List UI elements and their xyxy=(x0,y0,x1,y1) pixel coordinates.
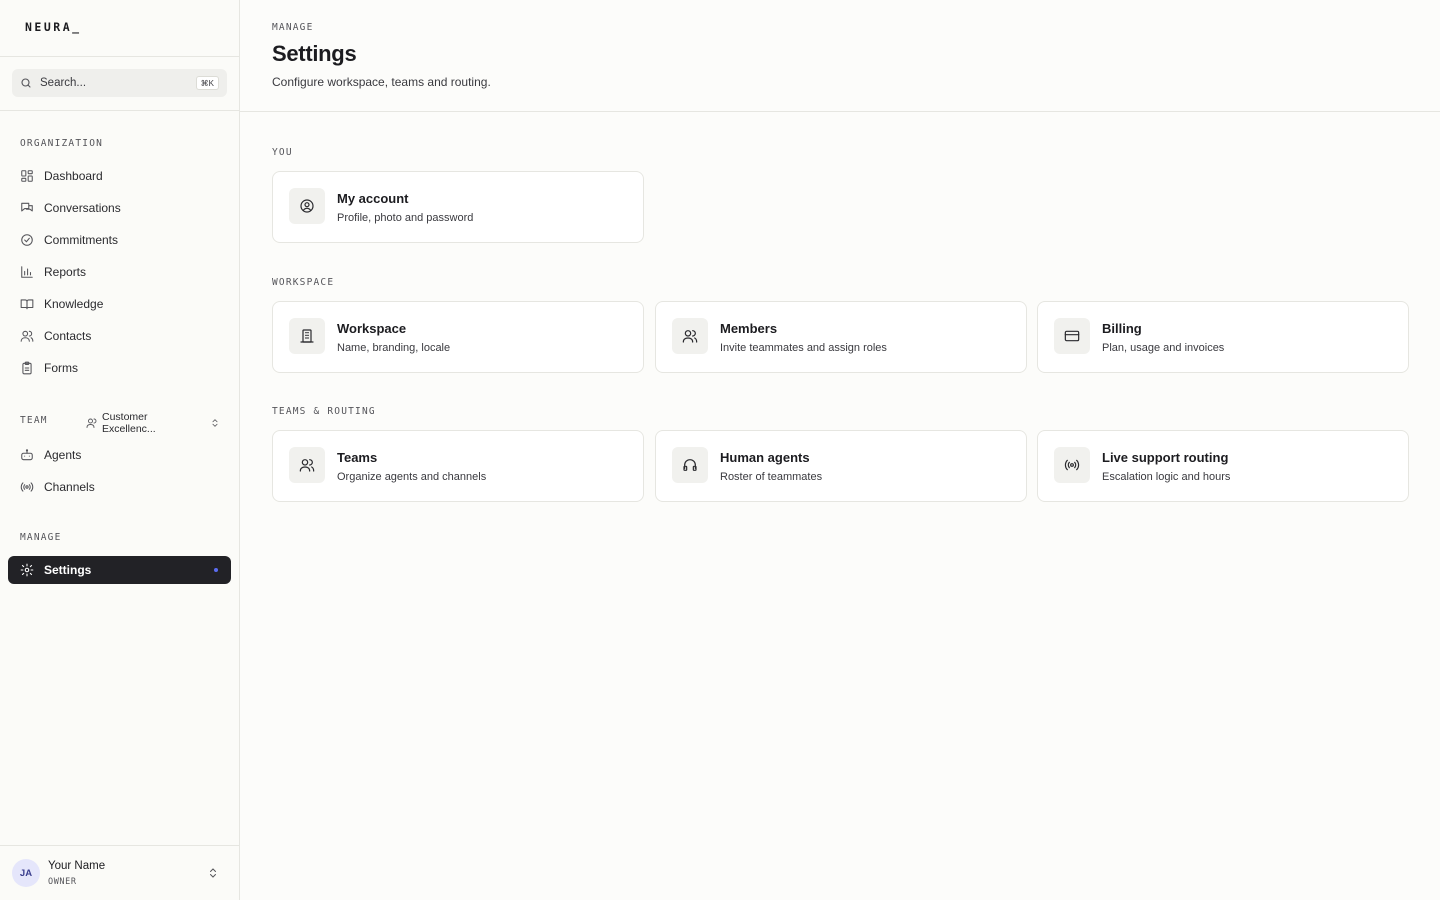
card-icon-wrap xyxy=(289,188,325,224)
section-label-team: TEAM xyxy=(20,414,48,426)
headphones-icon xyxy=(683,459,697,471)
sidebar-item-channels[interactable]: Channels xyxy=(8,473,231,501)
card-teams[interactable]: Teams Organize agents and channels xyxy=(272,430,644,502)
users-icon xyxy=(682,330,698,343)
users-icon xyxy=(20,330,34,342)
user-menu[interactable]: JA Your Name OWNER xyxy=(0,845,239,900)
sidebar-item-agents[interactable]: Agents xyxy=(8,441,231,469)
sidebar-item-forms[interactable]: Forms xyxy=(8,354,231,382)
sidebar-item-commitments[interactable]: Commitments xyxy=(8,226,231,254)
robot-icon xyxy=(21,449,33,461)
sidebar-item-label: Knowledge xyxy=(44,297,104,311)
sidebar-item-knowledge[interactable]: Knowledge xyxy=(8,290,231,318)
card-icon-wrap xyxy=(672,318,708,354)
card-title: Billing xyxy=(1102,321,1142,336)
card-subtitle: Roster of teammates xyxy=(720,471,823,483)
card-members[interactable]: Members Invite teammates and assign role… xyxy=(655,301,1027,373)
sidebar-item-conversations[interactable]: Conversations xyxy=(8,194,231,222)
card-my-account[interactable]: My account Profile, photo and password xyxy=(272,171,644,243)
sidebar-item-label: Commitments xyxy=(44,233,119,247)
card-subtitle: Escalation logic and hours xyxy=(1102,471,1231,483)
users-icon xyxy=(299,459,315,472)
broadcast-icon xyxy=(1064,459,1080,471)
search-input[interactable]: Search... ⌘K xyxy=(12,69,227,97)
sidebar-item-label: Conversations xyxy=(44,201,121,215)
team-switcher[interactable]: Customer Excellenc... xyxy=(86,411,220,435)
book-icon xyxy=(20,299,34,310)
card-icon-wrap xyxy=(289,447,325,483)
card-icon-wrap xyxy=(1054,447,1090,483)
card-title: Teams xyxy=(337,450,378,465)
main-content: MANAGE Settings Configure workspace, tea… xyxy=(240,0,1440,900)
team-row: TEAM Customer Excellenc... xyxy=(20,411,220,435)
card-title: Workspace xyxy=(337,321,407,336)
search-placeholder: Search... xyxy=(40,77,87,89)
check-circle-icon xyxy=(21,234,33,246)
card-icon-wrap xyxy=(289,318,325,354)
card-title: My account xyxy=(337,191,409,206)
card-title: Human agents xyxy=(720,450,810,465)
sidebar: NEURA_ Search... ⌘K ORGANIZATION Dashboa… xyxy=(0,0,240,900)
group-label-workspace: WORKSPACE xyxy=(272,277,335,288)
card-title: Live support routing xyxy=(1102,450,1229,465)
sidebar-item-label: Dashboard xyxy=(44,169,103,183)
card-human-agents[interactable]: Human agents Roster of teammates xyxy=(655,430,1027,502)
credit-card-icon xyxy=(1064,330,1080,342)
group-label-teams-routing: TEAMS & ROUTING xyxy=(272,406,376,417)
card-icon-wrap xyxy=(672,447,708,483)
user-name: Your Name xyxy=(48,860,106,872)
search-section: Search... ⌘K xyxy=(0,57,239,111)
team-switcher-label: Customer Excellenc... xyxy=(101,411,156,435)
sidebar-item-label: Channels xyxy=(44,480,95,494)
sidebar-item-label: Settings xyxy=(44,563,92,577)
breadcrumb: MANAGE xyxy=(272,22,314,33)
chevron-up-down-icon xyxy=(212,419,218,427)
card-icon-wrap xyxy=(1054,318,1090,354)
sidebar-item-contacts[interactable]: Contacts xyxy=(8,322,231,350)
section-label-organization: ORGANIZATION xyxy=(20,138,104,149)
card-workspace[interactable]: Workspace Name, branding, locale xyxy=(272,301,644,373)
card-live-support-routing[interactable]: Live support routing Escalation logic an… xyxy=(1037,430,1409,502)
sidebar-item-label: Agents xyxy=(44,448,82,462)
sidebar-item-reports[interactable]: Reports xyxy=(8,258,231,286)
page-header: MANAGE Settings Configure workspace, tea… xyxy=(240,0,1440,112)
chevron-up-down-icon xyxy=(210,868,216,878)
card-subtitle: Invite teammates and assign roles xyxy=(720,342,887,354)
bar-chart-icon xyxy=(21,266,33,278)
search-icon xyxy=(21,78,31,88)
card-subtitle: Name, branding, locale xyxy=(337,342,451,354)
users-icon xyxy=(86,418,97,428)
gear-icon xyxy=(20,563,34,577)
sidebar-item-label: Forms xyxy=(44,361,78,375)
sidebar-item-settings[interactable]: Settings xyxy=(8,556,231,584)
card-subtitle: Organize agents and channels xyxy=(337,471,487,483)
brand-logo[interactable]: NEURA_ xyxy=(0,0,239,57)
clipboard-icon xyxy=(22,361,32,375)
card-billing[interactable]: Billing Plan, usage and invoices xyxy=(1037,301,1409,373)
group-label-you: YOU xyxy=(272,147,293,158)
card-subtitle: Plan, usage and invoices xyxy=(1102,342,1225,354)
card-subtitle: Profile, photo and password xyxy=(337,212,474,224)
avatar: JA xyxy=(12,859,40,887)
page-title: Settings xyxy=(272,41,357,66)
sidebar-item-label: Contacts xyxy=(44,329,92,343)
page-subtitle: Configure workspace, teams and routing. xyxy=(272,75,491,89)
sidebar-item-dashboard[interactable]: Dashboard xyxy=(8,162,231,190)
user-role: OWNER xyxy=(48,877,77,887)
active-indicator-dot xyxy=(214,568,218,572)
broadcast-icon xyxy=(20,482,34,492)
user-circle-icon xyxy=(300,199,314,213)
chat-bubbles-icon xyxy=(21,202,33,212)
section-label-manage: MANAGE xyxy=(20,532,62,543)
building-icon xyxy=(300,329,314,343)
dashboard-icon xyxy=(21,170,33,182)
card-title: Members xyxy=(720,321,778,336)
search-shortcut-badge: ⌘K xyxy=(195,76,219,90)
sidebar-item-label: Reports xyxy=(44,265,87,279)
